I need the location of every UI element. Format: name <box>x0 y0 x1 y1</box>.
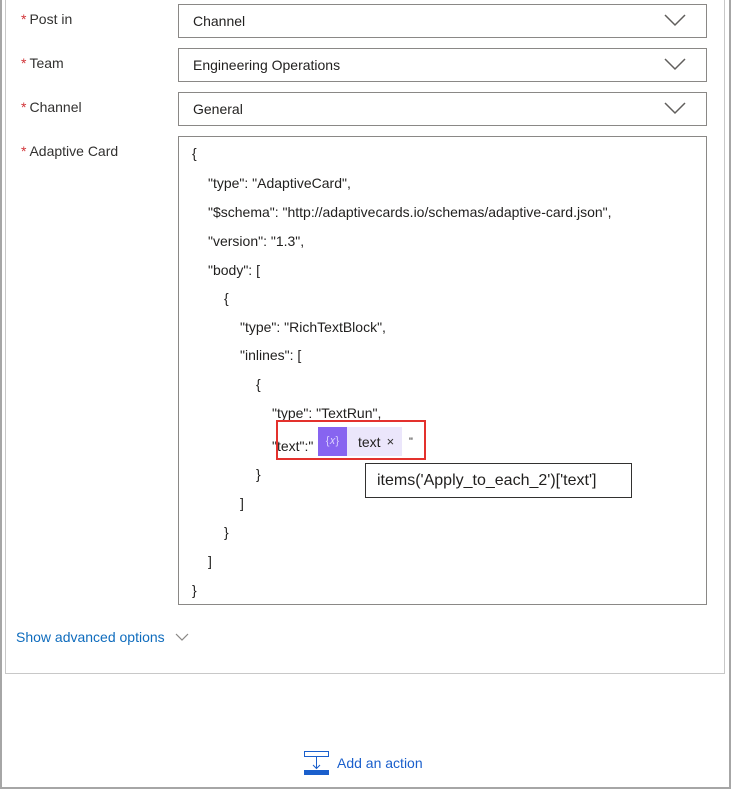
team-label: * Team <box>21 55 64 71</box>
link-text: Show advanced options <box>16 629 165 645</box>
code-line: "type": "RichTextBlock", <box>240 319 386 335</box>
token-remove-icon[interactable]: × <box>387 434 403 449</box>
chevron-down-icon <box>664 102 686 115</box>
required-marker: * <box>21 11 27 27</box>
code-line: "type": "AdaptiveCard", <box>208 175 351 191</box>
code-line: } <box>256 466 261 482</box>
label-text: Adaptive Card <box>29 143 119 159</box>
post-in-label: * Post in <box>21 11 72 27</box>
code-line: } <box>224 524 229 540</box>
adaptive-card-label: * Adaptive Card <box>21 143 118 159</box>
code-line: { <box>256 376 261 392</box>
code-line: ] <box>208 553 212 569</box>
code-line: } <box>192 582 197 598</box>
channel-select[interactable]: General <box>178 92 707 126</box>
code-line: "$schema": "http://adaptivecards.io/sche… <box>208 204 612 220</box>
token-suffix: " <box>409 436 413 448</box>
code-line: ] <box>240 495 244 511</box>
add-action-button[interactable]: Add an action <box>304 751 423 775</box>
select-value: Engineering Operations <box>193 57 341 73</box>
required-marker: * <box>21 143 27 159</box>
chevron-down-icon <box>175 633 189 641</box>
add-action-icon <box>304 751 329 775</box>
select-value: General <box>193 101 243 117</box>
token-label: text <box>358 433 381 450</box>
required-marker: * <box>21 55 27 71</box>
label-text: Channel <box>29 99 82 115</box>
code-line: "version": "1.3", <box>208 233 305 249</box>
expression-tooltip: items('Apply_to_each_2')['text'] <box>365 463 632 498</box>
post-in-select[interactable]: Channel <box>178 4 707 38</box>
chevron-down-icon <box>664 14 686 27</box>
channel-label: * Channel <box>21 99 82 115</box>
team-select[interactable]: Engineering Operations <box>178 48 707 82</box>
code-line: "body": [ <box>208 262 260 278</box>
label-text: Team <box>29 55 64 71</box>
chevron-down-icon <box>664 58 686 71</box>
required-marker: * <box>21 99 27 115</box>
code-line: "type": "TextRun", <box>272 405 382 421</box>
label-text: Post in <box>29 11 73 27</box>
dynamic-content-token[interactable]: {𝑥} text × <box>318 427 403 456</box>
show-advanced-options-link[interactable]: Show advanced options <box>16 629 189 645</box>
code-line: { <box>224 290 229 306</box>
add-action-label: Add an action <box>337 755 423 771</box>
code-line: "inlines": [ <box>240 347 302 363</box>
expression-icon: {𝑥} <box>318 427 347 456</box>
select-value: Channel <box>193 13 246 29</box>
code-line: { <box>192 145 197 161</box>
